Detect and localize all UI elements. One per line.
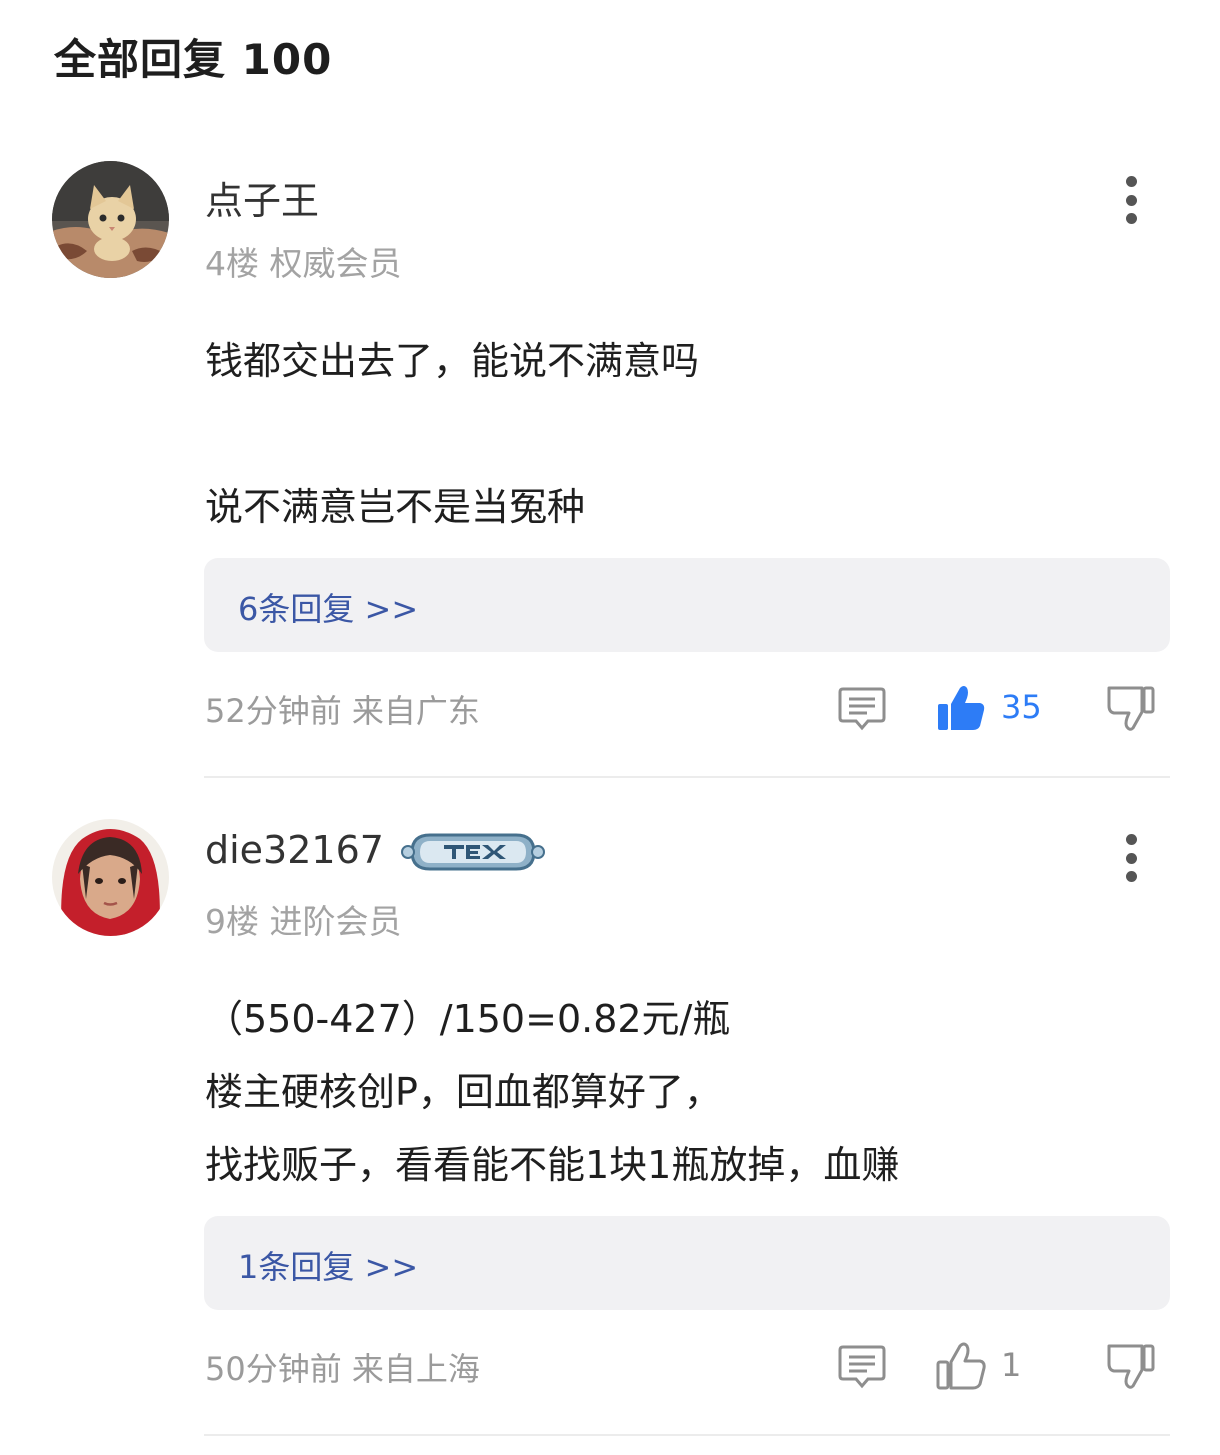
thumbs-down-icon[interactable]: [1106, 1342, 1156, 1394]
view-replies-link[interactable]: 6条回复 >>: [238, 584, 418, 630]
comment-text-line: 找找贩子，看看能不能1块1瓶放掉，血赚: [205, 1143, 900, 1187]
thumbs-up-icon[interactable]: [936, 684, 986, 736]
more-options-icon[interactable]: [1110, 830, 1152, 886]
reply-comment-icon[interactable]: [838, 1344, 886, 1394]
more-options-icon[interactable]: [1110, 172, 1152, 228]
all-replies-title: 全部回复 100: [54, 35, 333, 84]
time-location: 50分钟前 来自上海: [205, 1350, 480, 1388]
cat-avatar[interactable]: [52, 161, 169, 278]
like-count: 1: [1001, 1346, 1022, 1384]
thumbs-up-icon[interactable]: [936, 1342, 986, 1394]
comment-divider: [204, 1434, 1170, 1436]
comment-meta: 4楼 权威会员: [205, 237, 402, 285]
comment-text-line: 楼主硬核创P，回血都算好了，: [205, 1070, 722, 1114]
view-replies-link[interactable]: 1条回复 >>: [238, 1242, 418, 1288]
floor-number: 9楼: [205, 902, 259, 941]
comment-text-line: （550-427）/150=0.82元/瓶: [205, 997, 731, 1041]
like-count: 35: [1001, 688, 1042, 726]
time-location: 52分钟前 来自广东: [205, 692, 480, 730]
floor-number: 4楼: [205, 244, 259, 283]
comment-text-line: 说不满意岂不是当冤种: [205, 485, 586, 529]
comments-page: 全部回复 100 点子王 4楼 权威会员 钱都交出去了，能说不满意吗 说不满意岂…: [0, 0, 1220, 1455]
reply-comment-icon[interactable]: [838, 686, 886, 736]
member-level: 权威会员: [269, 244, 402, 283]
comment-divider: [204, 776, 1170, 778]
comment-text-line: 钱都交出去了，能说不满意吗: [205, 339, 700, 383]
member-badge-icon: [400, 829, 546, 875]
comment-username[interactable]: die32167: [205, 828, 384, 872]
comment-meta: 9楼 进阶会员: [205, 895, 402, 943]
comment-username[interactable]: 点子王: [205, 170, 319, 225]
thumbs-down-icon[interactable]: [1106, 684, 1156, 736]
replies-box[interactable]: 1条回复 >>: [204, 1216, 1170, 1310]
replies-box[interactable]: 6条回复 >>: [204, 558, 1170, 652]
person-avatar[interactable]: [52, 819, 169, 936]
member-level: 进阶会员: [269, 902, 402, 941]
